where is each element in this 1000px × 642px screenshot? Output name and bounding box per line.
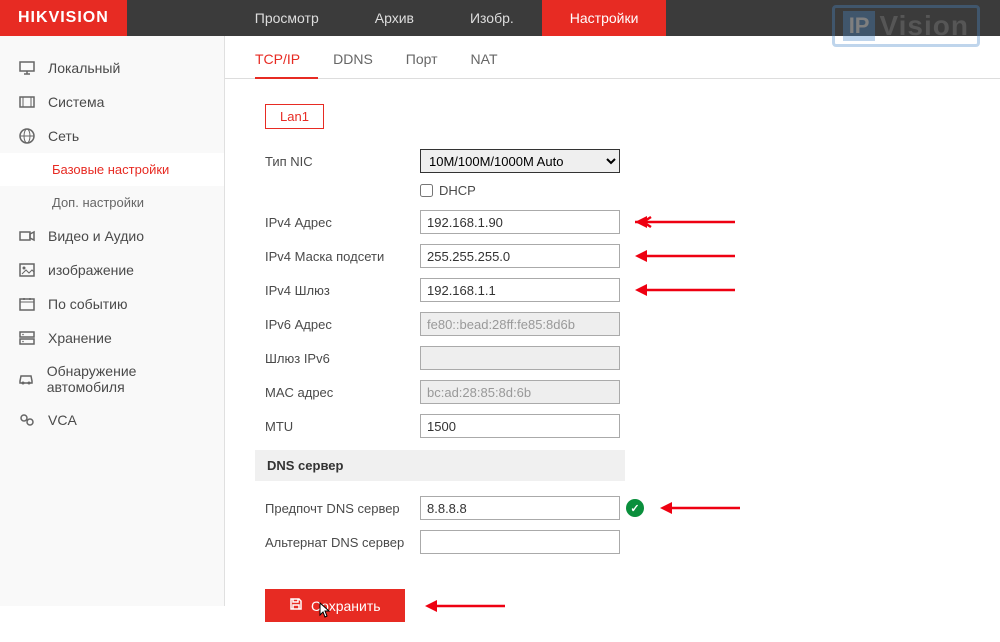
- row-ipv4-mask: IPv4 Маска подсети: [265, 244, 960, 268]
- sidebar-label: Локальный: [48, 60, 120, 76]
- vca-icon: [18, 411, 36, 429]
- film-icon: [18, 93, 36, 111]
- label-ipv4-gateway: IPv4 Шлюз: [265, 283, 420, 298]
- sidebar-label: Хранение: [48, 330, 112, 346]
- sidebar-item-system[interactable]: Система: [0, 85, 224, 119]
- main: TCP/IP DDNS Порт NAT Lan1 Тип NIC 10M/10…: [225, 36, 1000, 606]
- calendar-icon: [18, 295, 36, 313]
- check-icon: [626, 499, 644, 517]
- input-ipv4-address[interactable]: [420, 210, 620, 234]
- label-preferred-dns: Предпочт DNS сервер: [265, 501, 420, 516]
- sidebar-item-local[interactable]: Локальный: [0, 51, 224, 85]
- arrow-icon: [425, 599, 505, 613]
- video-icon: [18, 227, 36, 245]
- content: Локальный Система Сеть Базовые настройки…: [0, 36, 1000, 606]
- form-area: Lan1 Тип NIC 10M/100M/1000M Auto DHCP IP…: [225, 79, 1000, 642]
- row-alternate-dns: Альтернат DNS сервер: [265, 530, 960, 554]
- sidebar-label: Видео и Аудио: [48, 228, 144, 244]
- monitor-icon: [18, 59, 36, 77]
- label-ipv6-address: IPv6 Адрес: [265, 317, 420, 332]
- tab-ddns[interactable]: DDNS: [333, 51, 391, 78]
- row-ipv4-gateway: IPv4 Шлюз: [265, 278, 960, 302]
- row-mac-address: MAC адрес: [265, 380, 960, 404]
- label-mtu: MTU: [265, 419, 420, 434]
- label-ipv4-mask: IPv4 Маска подсети: [265, 249, 420, 264]
- label-ipv6-gateway: Шлюз IPv6: [265, 351, 420, 366]
- nav-archive[interactable]: Архив: [347, 0, 442, 36]
- top-nav: Просмотр Архив Изобр. Настройки: [227, 0, 667, 36]
- logo-hik: HIK: [18, 9, 49, 27]
- sidebar-item-vca[interactable]: VCA: [0, 403, 224, 437]
- nav-settings[interactable]: Настройки: [542, 0, 667, 36]
- nav-image[interactable]: Изобр.: [442, 0, 542, 36]
- tabs: TCP/IP DDNS Порт NAT: [225, 36, 1000, 79]
- row-ipv6-address: IPv6 Адрес: [265, 312, 960, 336]
- row-mtu: MTU: [265, 414, 960, 438]
- input-preferred-dns[interactable]: [420, 496, 620, 520]
- row-nic-type: Тип NIC 10M/100M/1000M Auto: [265, 149, 960, 173]
- image-icon: [18, 261, 36, 279]
- sidebar-label: изображение: [48, 262, 134, 278]
- sidebar-subitem-basic[interactable]: Базовые настройки: [0, 153, 224, 186]
- tab-port[interactable]: Порт: [406, 51, 456, 78]
- input-ipv6-address: [420, 312, 620, 336]
- label-nic-type: Тип NIC: [265, 154, 420, 169]
- dns-section-header: DNS сервер: [255, 450, 625, 481]
- select-nic-type[interactable]: 10M/100M/1000M Auto: [420, 149, 620, 173]
- sidebar-item-event[interactable]: По событию: [0, 287, 224, 321]
- sidebar-item-storage[interactable]: Хранение: [0, 321, 224, 355]
- arrow-icon: [635, 215, 735, 229]
- sidebar-subitem-advanced[interactable]: Доп. настройки: [0, 186, 224, 219]
- label-dhcp: DHCP: [439, 183, 476, 198]
- sidebar-label: Сеть: [48, 128, 79, 144]
- sidebar-label: Обнаружение автомобиля: [47, 363, 206, 395]
- sidebar: Локальный Система Сеть Базовые настройки…: [0, 36, 225, 606]
- input-ipv4-gateway[interactable]: [420, 278, 620, 302]
- label-ipv4-address: IPv4 Адрес: [265, 215, 420, 230]
- input-alternate-dns[interactable]: [420, 530, 620, 554]
- sidebar-item-image[interactable]: изображение: [0, 253, 224, 287]
- label-mac-address: MAC адрес: [265, 385, 420, 400]
- sidebar-label: Система: [48, 94, 104, 110]
- row-preferred-dns: Предпочт DNS сервер: [265, 496, 960, 520]
- row-ipv6-gateway: Шлюз IPv6: [265, 346, 960, 370]
- input-ipv4-mask[interactable]: [420, 244, 620, 268]
- arrow-icon: [635, 283, 735, 297]
- logo: HIKVISION: [0, 0, 127, 36]
- input-ipv6-gateway: [420, 346, 620, 370]
- nav-preview[interactable]: Просмотр: [227, 0, 347, 36]
- car-icon: [18, 370, 35, 388]
- tab-nat[interactable]: NAT: [471, 51, 516, 78]
- logo-vision: VISION: [49, 9, 109, 27]
- input-mac-address: [420, 380, 620, 404]
- header: HIKVISION Просмотр Архив Изобр. Настройк…: [0, 0, 1000, 36]
- sidebar-item-network[interactable]: Сеть: [0, 119, 224, 153]
- arrow-icon: [660, 501, 740, 515]
- globe-icon: [18, 127, 36, 145]
- tab-tcpip[interactable]: TCP/IP: [255, 51, 318, 79]
- label-alternate-dns: Альтернат DNS сервер: [265, 535, 420, 550]
- lan-tab[interactable]: Lan1: [265, 104, 324, 129]
- row-ipv4-address: IPv4 Адрес: [265, 210, 960, 234]
- arrow-icon: [635, 249, 735, 263]
- checkbox-dhcp[interactable]: [420, 184, 433, 197]
- sidebar-item-vehicle[interactable]: Обнаружение автомобиля: [0, 355, 224, 403]
- sidebar-item-video-audio[interactable]: Видео и Аудио: [0, 219, 224, 253]
- sidebar-label: VCA: [48, 412, 77, 428]
- storage-icon: [18, 329, 36, 347]
- input-mtu[interactable]: [420, 414, 620, 438]
- row-dhcp: DHCP: [265, 183, 960, 198]
- sidebar-label: По событию: [48, 296, 128, 312]
